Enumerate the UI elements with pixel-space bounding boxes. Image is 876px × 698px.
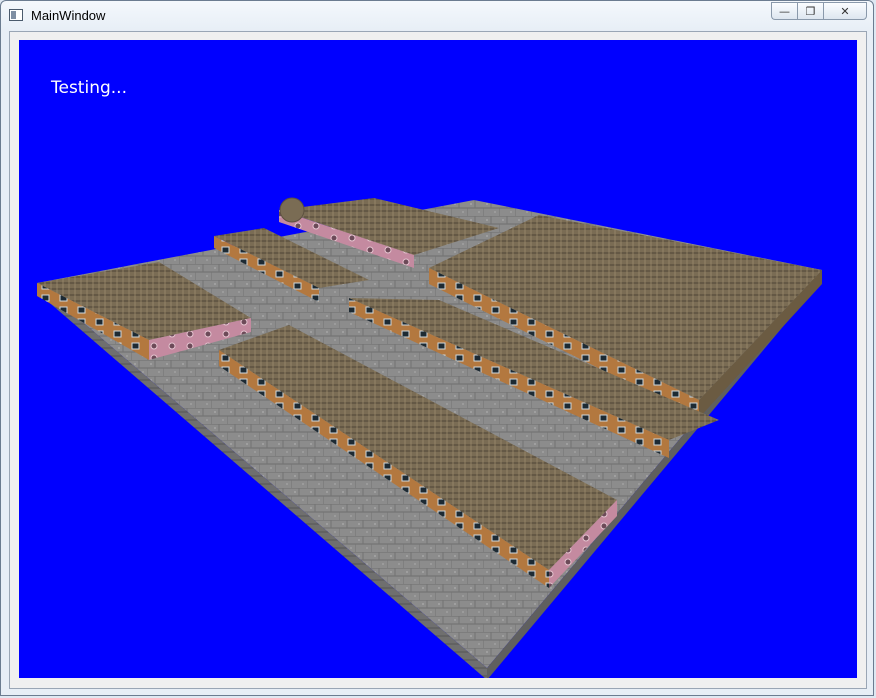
- window-title: MainWindow: [31, 8, 106, 23]
- minimize-button[interactable]: —: [771, 2, 797, 20]
- status-overlay-text: Testing...: [51, 78, 127, 98]
- caption-buttons: — ❐ ✕: [771, 2, 867, 21]
- minimize-icon: —: [779, 4, 790, 18]
- tower-top: [279, 197, 305, 223]
- title-bar[interactable]: MainWindow — ❐ ✕: [1, 1, 873, 29]
- close-button[interactable]: ✕: [823, 2, 867, 20]
- city-scene: [37, 197, 822, 678]
- app-icon: [9, 9, 23, 21]
- 3d-viewport[interactable]: Testing...: [19, 40, 857, 678]
- restore-button[interactable]: ❐: [797, 2, 823, 20]
- close-icon: ✕: [840, 4, 850, 18]
- restore-icon: ❐: [805, 4, 816, 18]
